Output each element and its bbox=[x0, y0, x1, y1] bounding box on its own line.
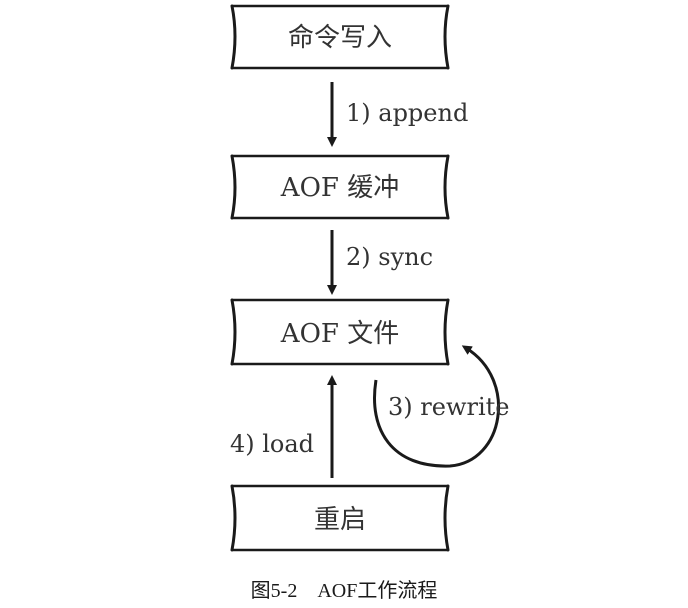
node-command-write-label: 命令写入 bbox=[288, 23, 392, 53]
edge-append-label: 1) append bbox=[346, 99, 468, 127]
figure-title: AOF工作流程 bbox=[317, 580, 438, 602]
aof-workflow-diagram: 命令写入 AOF 缓冲 AOF 文件 重启 1) append 2) sync … bbox=[230, 4, 509, 552]
edge-load-label: 4) load bbox=[230, 430, 314, 458]
node-restart: 重启 bbox=[230, 484, 450, 552]
edge-rewrite-label: 3) rewrite bbox=[388, 393, 509, 421]
node-aof-file-label: AOF 文件 bbox=[280, 319, 399, 349]
node-command-write: 命令写入 bbox=[230, 4, 450, 70]
node-restart-label: 重启 bbox=[314, 505, 366, 535]
edge-append: 1) append bbox=[327, 82, 468, 147]
figure-number: 图5-2 bbox=[250, 580, 298, 602]
edge-rewrite: 3) rewrite bbox=[373, 345, 509, 468]
edge-sync: 2) sync bbox=[327, 230, 433, 295]
edge-load: 4) load bbox=[230, 375, 337, 478]
node-aof-buffer: AOF 缓冲 bbox=[230, 154, 450, 220]
figure-caption: 图5-2 AOF工作流程 bbox=[0, 574, 688, 603]
node-aof-file: AOF 文件 bbox=[230, 298, 450, 366]
edge-sync-label: 2) sync bbox=[346, 243, 433, 271]
node-aof-buffer-label: AOF 缓冲 bbox=[280, 173, 399, 203]
